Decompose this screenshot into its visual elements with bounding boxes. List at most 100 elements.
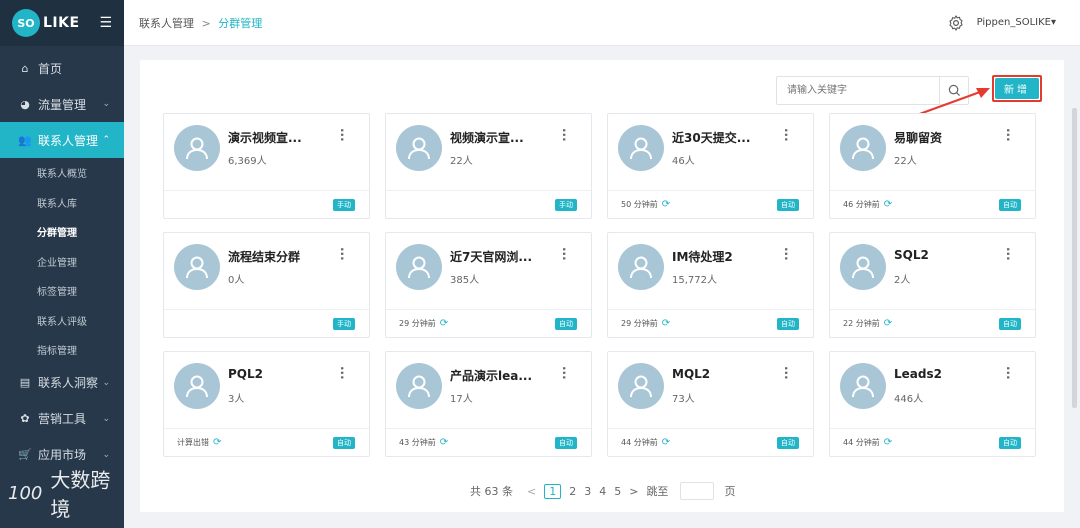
sidebar-item-label: 联系人洞察 bbox=[38, 376, 99, 390]
chevron-down-icon: ⌄ bbox=[102, 377, 110, 388]
refresh-icon[interactable]: ⟳ bbox=[440, 437, 448, 448]
more-options-icon[interactable]: ··· bbox=[779, 366, 793, 380]
card-title[interactable]: 易聊留资 bbox=[894, 129, 942, 146]
segment-card[interactable]: IM待处理2 15,772人 ··· 29 分钟前 ⟳ 自动 bbox=[607, 232, 814, 338]
chevron-up-icon: ⌃ bbox=[102, 135, 110, 145]
more-options-icon[interactable]: ··· bbox=[1001, 366, 1015, 380]
group-avatar-icon bbox=[174, 363, 220, 409]
page-suffix: 页 bbox=[724, 485, 736, 498]
subnav-item-rating[interactable]: 联系人评级 bbox=[0, 306, 124, 336]
card-title[interactable]: 近30天提交... bbox=[672, 129, 750, 146]
card-count: 73人 bbox=[672, 394, 695, 405]
pagination-prev[interactable]: < bbox=[527, 485, 536, 498]
refresh-icon[interactable]: ⟳ bbox=[662, 199, 670, 210]
watermark-text: 大数跨境 bbox=[50, 468, 111, 521]
subnav-item-companies[interactable]: 企业管理 bbox=[0, 247, 124, 277]
segment-card[interactable]: PQL2 3人 ··· 计算出错 ⟳ 自动 bbox=[163, 351, 370, 457]
sidebar-item-home[interactable]: ⌂ 首页 bbox=[0, 50, 124, 86]
refresh-icon[interactable]: ⟳ bbox=[662, 318, 670, 329]
more-options-icon[interactable]: ··· bbox=[557, 247, 571, 261]
pagination-page[interactable]: 2 bbox=[569, 485, 576, 498]
segment-card[interactable]: 流程结束分群 0人 ··· 手动 bbox=[163, 232, 370, 338]
segment-card[interactable]: 产品演示lea... 17人 ··· 43 分钟前 ⟳ 自动 bbox=[385, 351, 592, 457]
subnav-item-tags[interactable]: 标签管理 bbox=[0, 276, 124, 306]
breadcrumb-parent[interactable]: 联系人管理 bbox=[139, 17, 194, 30]
card-count: 0人 bbox=[228, 275, 245, 286]
more-options-icon[interactable]: ··· bbox=[557, 366, 571, 380]
sidebar-item-insights[interactable]: ▤ 联系人洞察 ⌄ bbox=[0, 365, 124, 401]
refresh-icon[interactable]: ⟳ bbox=[884, 199, 892, 210]
subnav-item-library[interactable]: 联系人库 bbox=[0, 188, 124, 218]
segment-card[interactable]: 近30天提交... 46人 ··· 50 分钟前 ⟳ 自动 bbox=[607, 113, 814, 219]
card-count: 22人 bbox=[450, 156, 473, 167]
subnav-item-metrics[interactable]: 指标管理 bbox=[0, 335, 124, 365]
card-title[interactable]: 近7天官网浏... bbox=[450, 248, 532, 265]
segment-card[interactable]: 易聊留资 22人 ··· 46 分钟前 ⟳ 自动 bbox=[829, 113, 1036, 219]
more-options-icon[interactable]: ··· bbox=[779, 128, 793, 142]
card-title[interactable]: IM待处理2 bbox=[672, 248, 733, 265]
refresh-icon[interactable]: ⟳ bbox=[213, 437, 221, 448]
segment-card[interactable]: 演示视频宣... 6,369人 ··· 手动 bbox=[163, 113, 370, 219]
mode-badge: 自动 bbox=[555, 317, 577, 330]
card-title[interactable]: 产品演示lea... bbox=[450, 367, 532, 384]
refresh-icon[interactable]: ⟳ bbox=[440, 318, 448, 329]
more-options-icon[interactable]: ··· bbox=[779, 247, 793, 261]
pie-icon: ◕ bbox=[20, 97, 30, 111]
mode-badge: 手动 bbox=[555, 198, 577, 211]
group-avatar-icon bbox=[396, 363, 442, 409]
card-count: 2人 bbox=[894, 275, 911, 286]
more-options-icon[interactable]: ··· bbox=[335, 366, 349, 380]
refresh-icon[interactable]: ⟳ bbox=[884, 437, 892, 448]
sidebar-item-traffic[interactable]: ◕ 流量管理 ⌄ bbox=[0, 86, 124, 122]
logo[interactable]: SO LIKE ☰ bbox=[0, 0, 124, 46]
breadcrumb: 联系人管理 > 分群管理 bbox=[139, 15, 262, 31]
refresh-icon[interactable]: ⟳ bbox=[884, 318, 892, 329]
user-menu[interactable]: Pippen_SOLIKE▾ bbox=[977, 17, 1056, 28]
card-footer-status: 50 分钟前 bbox=[621, 200, 658, 209]
card-title[interactable]: PQL2 bbox=[228, 367, 263, 381]
pagination-next[interactable]: > bbox=[629, 485, 638, 498]
more-options-icon[interactable]: ··· bbox=[1001, 128, 1015, 142]
group-avatar-icon bbox=[840, 125, 886, 171]
home-icon: ⌂ bbox=[21, 61, 29, 75]
mode-badge: 自动 bbox=[555, 436, 577, 449]
more-options-icon[interactable]: ··· bbox=[1001, 247, 1015, 261]
card-count: 446人 bbox=[894, 394, 924, 405]
card-title[interactable]: 视频演示宣... bbox=[450, 129, 524, 146]
gear-icon[interactable] bbox=[947, 14, 965, 32]
more-options-icon[interactable]: ··· bbox=[557, 128, 571, 142]
card-title[interactable]: SQL2 bbox=[894, 248, 929, 262]
subnav-item-overview[interactable]: 联系人概览 bbox=[0, 158, 124, 188]
pagination-page[interactable]: 1 bbox=[544, 483, 562, 499]
menu-collapse-icon[interactable]: ☰ bbox=[99, 15, 112, 31]
subnav-item-segments[interactable]: 分群管理 bbox=[0, 217, 124, 247]
pagination-page[interactable]: 3 bbox=[584, 485, 591, 498]
card-title[interactable]: 演示视频宣... bbox=[228, 129, 302, 146]
segment-card[interactable]: Leads2 446人 ··· 44 分钟前 ⟳ 自动 bbox=[829, 351, 1036, 457]
card-title[interactable]: MQL2 bbox=[672, 367, 710, 381]
more-options-icon[interactable]: ··· bbox=[335, 128, 349, 142]
segment-card[interactable]: 近7天官网浏... 385人 ··· 29 分钟前 ⟳ 自动 bbox=[385, 232, 592, 338]
card-count: 22人 bbox=[894, 156, 917, 167]
new-button[interactable]: 新增 bbox=[995, 78, 1039, 99]
pagination-page[interactable]: 4 bbox=[599, 485, 606, 498]
id-card-icon: ▤ bbox=[19, 376, 31, 389]
segment-card[interactable]: 视频演示宣... 22人 ··· 手动 bbox=[385, 113, 592, 219]
segment-card[interactable]: MQL2 73人 ··· 44 分钟前 ⟳ 自动 bbox=[607, 351, 814, 457]
watermark: 100 大数跨境 bbox=[8, 464, 124, 522]
sidebar-item-contacts[interactable]: 👥 联系人管理 ⌃ bbox=[0, 122, 124, 158]
watermark-logo: 100 bbox=[8, 482, 43, 504]
scrollbar[interactable] bbox=[1072, 108, 1077, 408]
sidebar-item-label: 营销工具 bbox=[38, 412, 87, 426]
refresh-icon[interactable]: ⟳ bbox=[662, 437, 670, 448]
card-title[interactable]: 流程结束分群 bbox=[228, 248, 300, 265]
segment-card[interactable]: SQL2 2人 ··· 22 分钟前 ⟳ 自动 bbox=[829, 232, 1036, 338]
more-options-icon[interactable]: ··· bbox=[335, 247, 349, 261]
pagination-page[interactable]: 5 bbox=[614, 485, 621, 498]
card-title[interactable]: Leads2 bbox=[894, 367, 942, 381]
card-count: 6,369人 bbox=[228, 156, 267, 167]
jump-page-input[interactable] bbox=[680, 482, 715, 500]
sidebar-item-marketing[interactable]: ✿ 营销工具 ⌄ bbox=[0, 401, 124, 437]
mode-badge: 自动 bbox=[777, 317, 799, 330]
card-count: 46人 bbox=[672, 156, 695, 167]
